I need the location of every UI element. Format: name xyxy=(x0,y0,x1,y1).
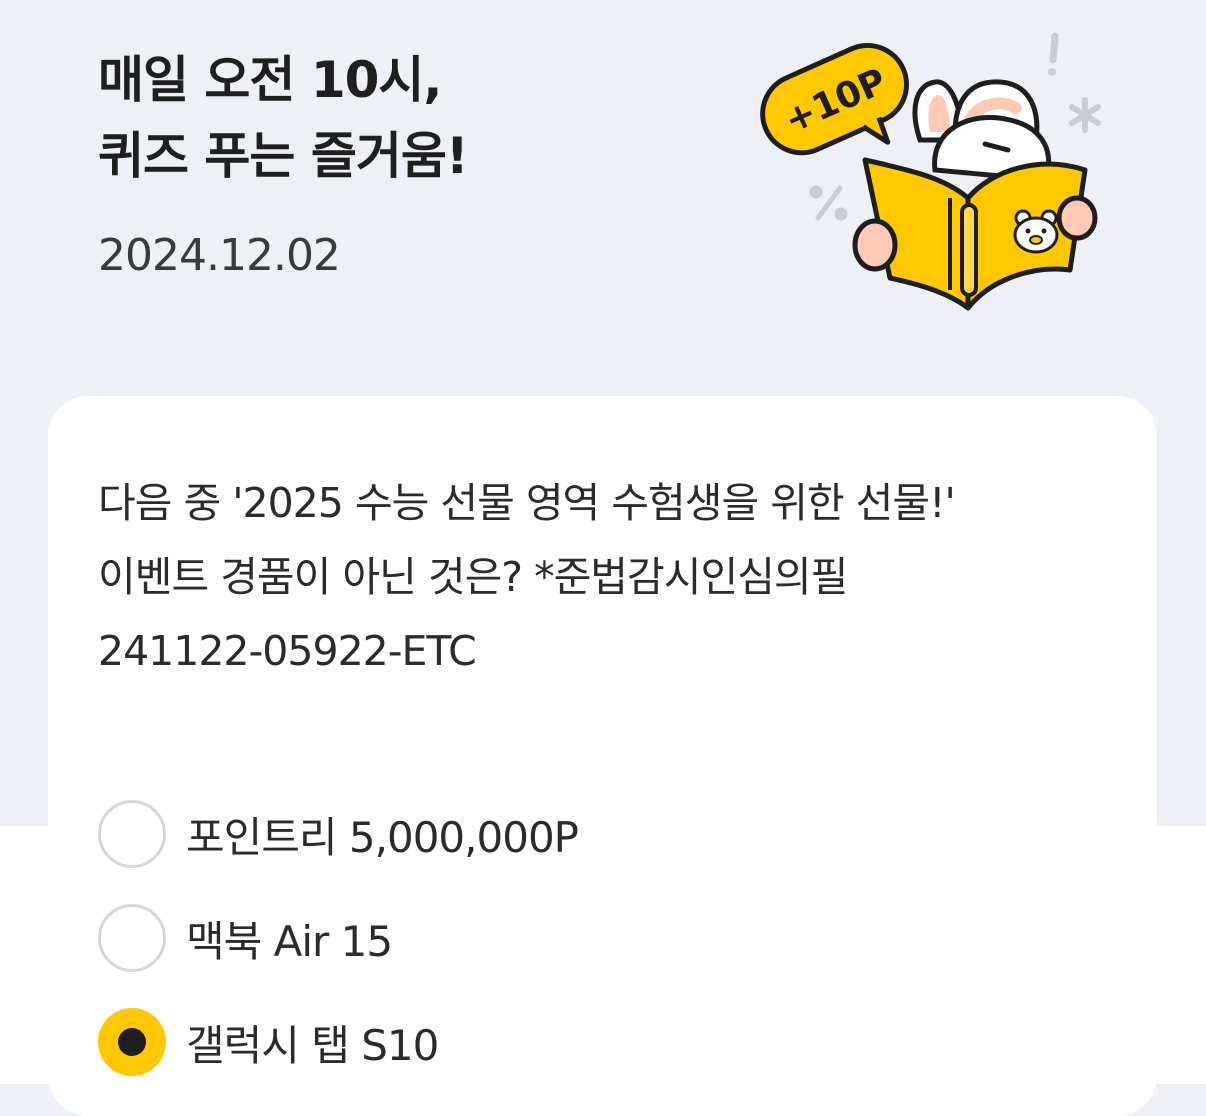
radio-button[interactable] xyxy=(98,904,166,972)
answer-option-1[interactable]: 포인트리 5,000,000P xyxy=(98,782,1098,886)
title-line-1: 매일 오전 10시, xyxy=(98,51,442,109)
quiz-question: 다음 중 '2025 수능 선물 영역 수험생을 위한 선물!' 이벤트 경품이… xyxy=(98,466,1138,688)
answer-option-2[interactable]: 맥북 Air 15 xyxy=(98,886,1098,990)
page-title: 매일 오전 10시, 퀴즈 푸는 즐거움! xyxy=(98,42,469,194)
answer-option-label: 맥북 Air 15 xyxy=(186,916,393,966)
answer-option-3[interactable]: 갤럭시 탭 S10 xyxy=(98,990,1098,1094)
left-hand xyxy=(852,218,898,272)
points-badge: +10P xyxy=(760,42,909,156)
quiz-date: 2024.12.02 xyxy=(98,230,341,281)
question-line-3: 241122-05922-ETC xyxy=(98,627,477,675)
right-hand xyxy=(1056,195,1098,241)
answer-options: 포인트리 5,000,000P 맥북 Air 15 갤럭시 탭 S10 xyxy=(98,782,1098,1094)
answer-option-label: 갤럭시 탭 S10 xyxy=(186,1020,439,1070)
answer-option-label: 포인트리 5,000,000P xyxy=(186,812,579,862)
asterisk-icon xyxy=(1069,97,1101,133)
exclamation-icon xyxy=(1048,32,1059,76)
title-line-2: 퀴즈 푸는 즐거움! xyxy=(98,127,469,185)
rabbit-reading-book-illustration: +10P xyxy=(760,32,1101,311)
radio-button-selected[interactable] xyxy=(98,1008,166,1076)
radio-button[interactable] xyxy=(98,800,166,868)
question-line-1: 다음 중 '2025 수능 선물 영역 수험생을 위한 선물!' xyxy=(98,479,956,527)
percent-icon xyxy=(809,185,848,221)
book-icon xyxy=(862,157,1088,311)
bear-icon xyxy=(1013,209,1059,254)
question-line-2: 이벤트 경품이 아닌 것은? *준법감시인심의필 xyxy=(98,553,848,601)
